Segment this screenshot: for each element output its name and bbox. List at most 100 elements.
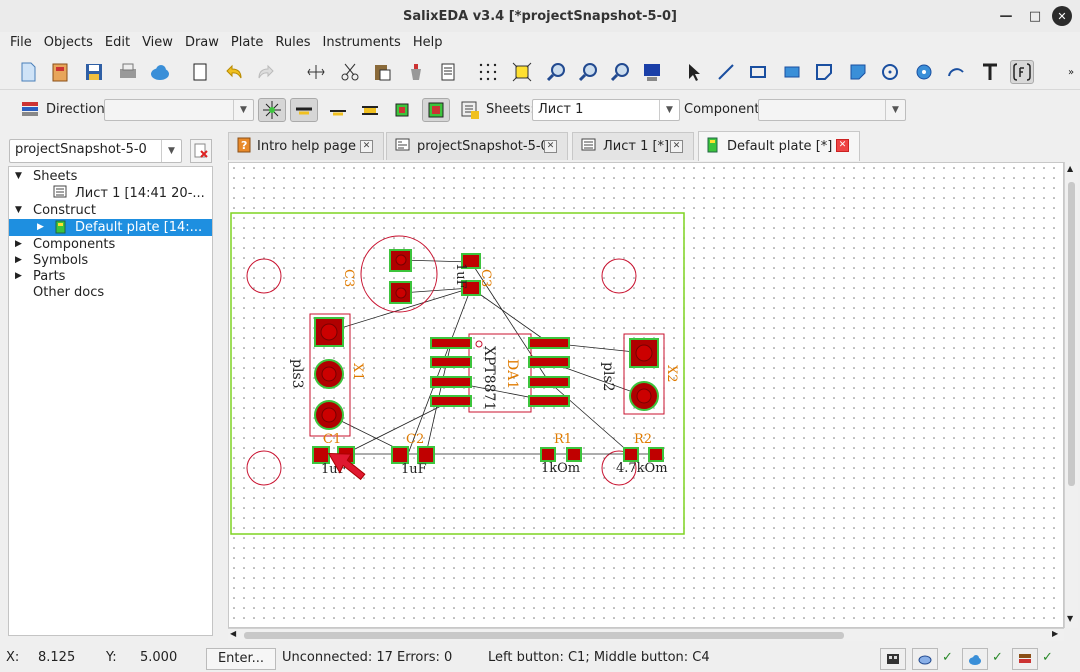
tree-item-other-docs[interactable]: Other docs	[9, 284, 212, 301]
menu-file[interactable]: File	[4, 35, 38, 50]
properties-icon[interactable]	[436, 60, 460, 84]
library-icon[interactable]	[1012, 648, 1038, 670]
polygon-tool-icon[interactable]	[812, 60, 836, 84]
menu-help[interactable]: Help	[407, 35, 449, 50]
r2-label: R2	[634, 432, 652, 447]
zoom-fit-icon[interactable]	[510, 60, 534, 84]
select-pointer-icon[interactable]	[682, 60, 706, 84]
new-file-icon[interactable]	[16, 60, 40, 84]
film-icon[interactable]	[880, 648, 906, 670]
close-project-button[interactable]	[190, 139, 212, 163]
sheets-link-icon[interactable]	[458, 98, 482, 122]
rect-tool-icon[interactable]	[746, 60, 770, 84]
c2-label: C2	[406, 432, 424, 447]
tab-close-icon[interactable]: ✕	[670, 140, 683, 153]
scroll-down-icon[interactable]: ▼	[1067, 614, 1073, 623]
arc-tool-icon[interactable]	[944, 60, 968, 84]
scroll-right-icon[interactable]: ▶	[1052, 629, 1058, 638]
scroll-up-icon[interactable]: ▲	[1067, 164, 1073, 173]
maximize-button[interactable]: □	[1025, 6, 1045, 26]
zoom-out-icon[interactable]	[576, 60, 600, 84]
scroll-left-icon[interactable]: ◀	[230, 629, 236, 638]
x1-label: X1	[350, 363, 365, 381]
tab-sheet1[interactable]: Лист 1 [*] ✕	[572, 132, 694, 160]
toolbar-more-icon[interactable]: »	[1064, 60, 1078, 84]
menu-view[interactable]: View	[136, 35, 179, 50]
field-tool-icon[interactable]	[1010, 60, 1034, 84]
page-icon[interactable]	[188, 60, 212, 84]
grid-icon[interactable]	[476, 60, 500, 84]
sheets-select[interactable]: Лист 1 ▼	[532, 99, 680, 121]
window-title: SalixEDA v3.4 [*projectSnapshot-5-0]	[403, 8, 677, 24]
check-icon: ✓	[1042, 650, 1053, 665]
zoom-in-icon[interactable]	[544, 60, 568, 84]
tree-item-parts[interactable]: ▶ Parts	[9, 268, 212, 285]
menu-instruments[interactable]: Instruments	[317, 35, 407, 50]
vertical-scroll-thumb[interactable]	[1068, 182, 1075, 486]
tree-item-construct[interactable]: ▼ Construct	[9, 202, 212, 219]
menu-objects[interactable]: Objects	[38, 35, 99, 50]
chevron-down-icon: ▼	[885, 100, 905, 120]
zoom-area-icon[interactable]	[608, 60, 632, 84]
component-chip-icon[interactable]	[422, 98, 450, 122]
menu-draw[interactable]: Draw	[179, 35, 225, 50]
filled-rect-tool-icon[interactable]	[780, 60, 804, 84]
close-button[interactable]: ✕	[1052, 6, 1072, 26]
bottom-layer-icon[interactable]	[326, 98, 350, 122]
tree-item-sheets[interactable]: ▼ Sheets	[9, 168, 212, 185]
pad	[417, 446, 435, 464]
horizontal-scrollbar[interactable]: ◀ ▶	[228, 628, 1064, 641]
tree-item-symbols[interactable]: ▶ Symbols	[9, 252, 212, 269]
monitor-icon[interactable]	[640, 60, 664, 84]
close-project-icon	[194, 143, 208, 158]
chip-icon[interactable]	[390, 98, 414, 122]
print-icon[interactable]	[116, 60, 140, 84]
enter-button[interactable]: Enter...	[206, 648, 276, 670]
filled-circle-tool-icon[interactable]	[912, 60, 936, 84]
network-icon[interactable]	[912, 648, 938, 670]
horizontal-scroll-thumb[interactable]	[244, 632, 844, 639]
tab-close-icon[interactable]: ✕	[544, 140, 557, 153]
menu-rules[interactable]: Rules	[269, 35, 316, 50]
layers-icon[interactable]	[18, 98, 42, 122]
open-project-icon[interactable]	[48, 60, 72, 84]
tree-item-sheet1[interactable]: Лист 1 [14:41 20-...	[9, 185, 212, 202]
clean-icon[interactable]	[404, 60, 428, 84]
tree-item-default-plate[interactable]: ▶ Default plate [14:...	[9, 219, 212, 236]
undo-icon[interactable]	[222, 60, 246, 84]
vertical-scrollbar[interactable]: ▲ ▼	[1064, 162, 1078, 628]
menu-plate[interactable]: Plate	[225, 35, 270, 50]
pcb-canvas[interactable]: C3 C3 1uF X1 pls3 XPT8871 DA1 X2 pls2 C1…	[228, 162, 1064, 628]
tab-close-icon[interactable]: ✕	[836, 139, 849, 152]
r1-value-label: 1kOm	[541, 461, 580, 476]
line-tool-icon[interactable]	[714, 60, 738, 84]
filled-polygon-tool-icon[interactable]	[846, 60, 870, 84]
snap-icon[interactable]	[258, 98, 286, 122]
main-toolbar: »	[0, 54, 1080, 90]
tab-default-plate[interactable]: Default plate [*] ✕	[698, 131, 860, 161]
redo-icon[interactable]	[254, 60, 278, 84]
cloud-icon[interactable]	[148, 60, 172, 84]
menu-edit[interactable]: Edit	[99, 35, 136, 50]
via-layer-icon[interactable]	[358, 98, 382, 122]
sheet-icon	[581, 138, 597, 156]
expanded-arrow-icon: ▼	[15, 171, 22, 181]
cut-icon[interactable]	[338, 60, 362, 84]
cloud-sync-icon[interactable]	[962, 648, 988, 670]
paste-icon[interactable]	[370, 60, 394, 84]
minimize-button[interactable]: —	[996, 6, 1016, 26]
tree-item-components[interactable]: ▶ Components	[9, 236, 212, 253]
tab-intro-help[interactable]: ? Intro help page ✕	[228, 132, 384, 160]
tab-close-icon[interactable]: ✕	[360, 140, 373, 153]
top-layer-icon[interactable]	[290, 98, 318, 122]
expanded-arrow-icon: ▼	[15, 205, 22, 215]
mirror-icon[interactable]	[304, 60, 328, 84]
component-select[interactable]: ▼	[758, 99, 906, 121]
direction-select[interactable]: ▼	[104, 99, 254, 121]
c3-value-label: 1uF	[453, 263, 468, 289]
circle-tool-icon[interactable]	[878, 60, 902, 84]
tab-project[interactable]: projectSnapshot-5-0 ✕	[386, 132, 568, 160]
save-icon[interactable]	[82, 60, 106, 84]
project-select[interactable]: projectSnapshot-5-0 ▼	[9, 139, 182, 163]
text-tool-icon[interactable]	[978, 60, 1002, 84]
